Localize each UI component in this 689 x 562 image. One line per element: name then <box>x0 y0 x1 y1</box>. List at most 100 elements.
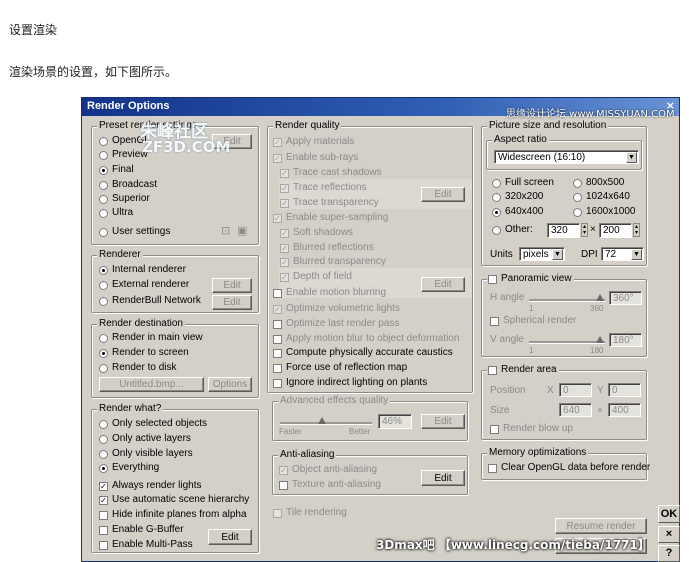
v-angle-field[interactable]: 180° <box>609 333 642 347</box>
dpi-select[interactable]: 72 ▼ <box>601 247 644 261</box>
size-radio-800[interactable] <box>573 179 582 188</box>
check-render-area[interactable] <box>488 366 497 375</box>
check-clear-opengl[interactable] <box>488 464 497 473</box>
units-chevron-down-icon[interactable]: ▼ <box>552 249 563 260</box>
preset-radio-opengl[interactable] <box>99 137 108 146</box>
label-blurred-reflections: Blurred reflections <box>293 242 374 253</box>
preset-radio-ultra[interactable] <box>99 209 108 218</box>
check-enable-multi-pass[interactable] <box>99 541 108 550</box>
pos-y-field[interactable]: 0 <box>608 383 641 397</box>
size-radio-320[interactable] <box>492 193 501 202</box>
check-spherical-render[interactable] <box>490 317 499 326</box>
check-blurred-transparency[interactable]: ✓ <box>280 258 289 267</box>
render-what-radio-active[interactable] <box>99 435 108 444</box>
destination-radio-disk[interactable] <box>99 364 108 373</box>
check-auto-scene-hierarchy[interactable]: ✓ <box>99 496 108 505</box>
ok-button[interactable]: OK <box>658 505 680 523</box>
check-object-antialias[interactable]: ✓ <box>279 466 288 475</box>
h-angle-field[interactable]: 360° <box>609 291 642 305</box>
advanced-slider-thumb[interactable] <box>318 417 326 424</box>
check-depth-of-field[interactable]: ✓ <box>280 273 289 282</box>
aspect-chevron-down-icon[interactable]: ▼ <box>626 152 637 163</box>
destination-options-button[interactable]: Options <box>208 377 252 392</box>
check-render-blow-up[interactable] <box>490 425 499 434</box>
check-tile-rendering[interactable] <box>273 509 282 518</box>
check-optimize-last-pass[interactable] <box>273 320 282 329</box>
size-radio-1024[interactable] <box>573 193 582 202</box>
dpi-value: 72 <box>605 249 617 260</box>
check-motion-blur-deformation[interactable] <box>273 335 282 344</box>
advanced-edit-button[interactable]: Edit <box>421 414 465 429</box>
renderer-radio-network[interactable] <box>99 297 108 306</box>
render-what-edit-button[interactable]: Edit <box>208 529 252 545</box>
check-blurred-reflections[interactable]: ✓ <box>280 244 289 253</box>
check-super-sampling[interactable]: ✓ <box>273 214 282 223</box>
advanced-value-field[interactable]: 46% <box>378 414 412 429</box>
check-apply-materials[interactable]: ✓ <box>273 138 282 147</box>
check-trace-transparency[interactable]: ✓ <box>280 199 289 208</box>
size-radio-full[interactable] <box>492 179 501 188</box>
preset-radio-final[interactable] <box>99 166 108 175</box>
check-caustics[interactable] <box>273 349 282 358</box>
check-texture-antialias[interactable] <box>279 481 288 490</box>
preset-radio-superior[interactable] <box>99 195 108 204</box>
check-motion-blurring[interactable] <box>273 289 282 298</box>
check-sub-rays[interactable]: ✓ <box>273 154 282 163</box>
resume-render-button[interactable]: Resume render <box>555 518 647 534</box>
corner-watermark: 思缘设计论坛 www.MISSYUAN.COM <box>506 109 675 120</box>
pos-x-field[interactable]: 0 <box>559 383 592 397</box>
render-what-radio-selected[interactable] <box>99 420 108 429</box>
other-height-spinner[interactable]: ▴ ▾ <box>633 223 640 237</box>
other-height-field[interactable]: 200 <box>599 223 632 238</box>
label-object-antialias: Object anti-aliasing <box>292 464 378 475</box>
render-what-radio-visible[interactable] <box>99 450 108 459</box>
cancel-button[interactable]: × <box>658 526 680 543</box>
help-button[interactable]: ? <box>658 545 680 562</box>
destination-radio-main-view[interactable] <box>99 334 108 343</box>
check-indirect-plants[interactable] <box>273 379 282 388</box>
size-radio-1600[interactable] <box>573 208 582 217</box>
destination-file-button[interactable]: Untitled.bmp... <box>99 377 204 392</box>
v-angle-thumb[interactable] <box>596 336 604 343</box>
check-enable-g-buffer[interactable] <box>99 526 108 535</box>
preset-radio-user[interactable] <box>99 228 108 237</box>
v-angle-min: 1 <box>529 346 534 355</box>
save-icon[interactable]: ▣ <box>237 224 247 237</box>
renderer-network-edit-button[interactable]: Edit <box>212 295 252 310</box>
dpi-chevron-down-icon[interactable]: ▼ <box>631 249 642 260</box>
destination-radio-screen[interactable] <box>99 349 108 358</box>
check-trace-reflections[interactable]: ✓ <box>280 184 289 193</box>
size-radio-other[interactable] <box>492 226 501 235</box>
check-always-render-lights[interactable]: ✓ <box>99 482 108 491</box>
size-label-1600: 1600x1000 <box>586 206 636 217</box>
check-optimize-volumetric[interactable]: ✓ <box>273 305 282 314</box>
render-what-radio-everything[interactable] <box>99 464 108 473</box>
label-texture-antialias: Texture anti-aliasing <box>292 479 381 490</box>
h-angle-thumb[interactable] <box>596 294 604 301</box>
size-y-field[interactable]: 400 <box>608 403 641 417</box>
size-radio-640[interactable] <box>492 208 501 217</box>
units-select[interactable]: pixels ▼ <box>519 247 565 261</box>
renderer-radio-external[interactable] <box>99 281 108 290</box>
check-cast-shadows[interactable]: ✓ <box>280 169 289 178</box>
size-x-field[interactable]: 640 <box>559 403 592 417</box>
check-soft-shadows[interactable]: ✓ <box>280 229 289 238</box>
quality-supersampling-edit-button[interactable]: Edit <box>421 277 465 292</box>
quality-sub-rays-edit-button[interactable]: Edit <box>421 187 465 202</box>
antialias-edit-button[interactable]: Edit <box>421 470 465 486</box>
aspect-select[interactable]: Widescreen (16:10) ▼ <box>494 150 639 164</box>
label-soft-shadows: Soft shadows <box>293 227 354 238</box>
label-sub-rays: Enable sub-rays <box>286 152 359 163</box>
check-hide-infinite-planes[interactable] <box>99 511 108 520</box>
renderer-radio-internal[interactable] <box>99 266 108 275</box>
other-width-field[interactable]: 320 <box>547 223 580 238</box>
renderer-external-edit-button[interactable]: Edit <box>212 278 252 293</box>
preset-radio-preview[interactable] <box>99 151 108 160</box>
check-panoramic-view[interactable] <box>488 275 497 284</box>
preset-radio-broadcast[interactable] <box>99 181 108 190</box>
units-label: Units <box>490 249 513 260</box>
check-reflection-map[interactable] <box>273 364 282 373</box>
folder-icon[interactable]: ⊡ <box>221 224 230 237</box>
spherical-render-label: Spherical render <box>503 315 577 326</box>
other-width-spinner[interactable]: ▴ ▾ <box>581 223 588 237</box>
